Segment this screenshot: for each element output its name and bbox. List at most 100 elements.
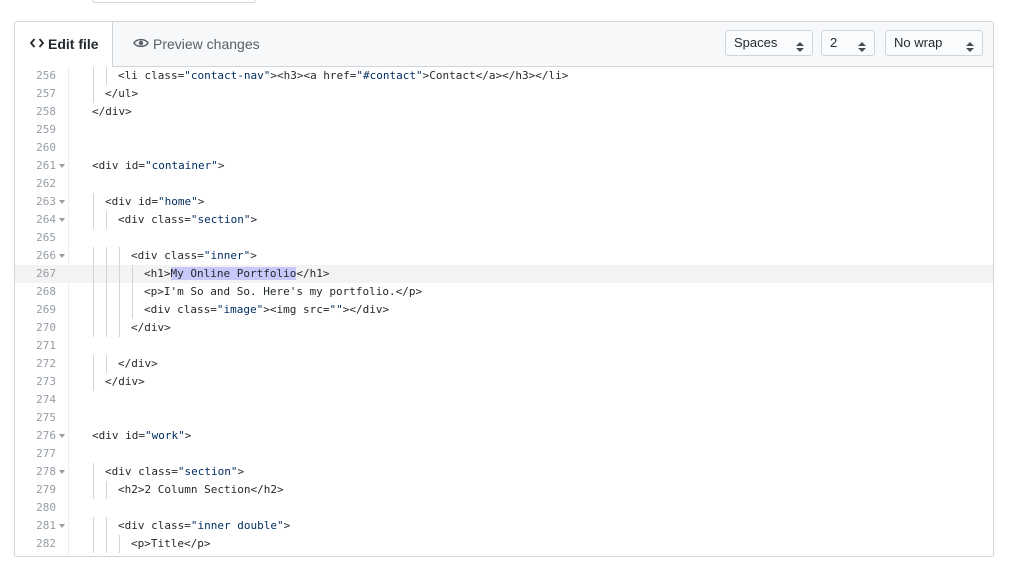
line-number: 277: [36, 447, 56, 460]
indent-guide: [131, 265, 144, 283]
up-down-caret-icon: [966, 37, 974, 61]
code-brackets-icon: [29, 22, 45, 66]
indent-guide: [131, 301, 144, 319]
code-line[interactable]: 267 <h1>My Online Portfolio</h1>: [15, 265, 993, 283]
code-token: >: [237, 465, 245, 478]
code-string: "inner": [203, 249, 251, 262]
caret-down-icon[interactable]: [59, 218, 65, 222]
tab-edit-file-label: Edit file: [48, 36, 99, 52]
code-line[interactable]: 264 <div class="section">: [15, 211, 993, 229]
code-editor-area[interactable]: 256 <li class="contact-nav"><h3><a href="…: [15, 67, 993, 556]
tab-edit-file[interactable]: Edit file: [15, 22, 113, 67]
line-number: 276: [36, 429, 56, 442]
code-token: >: [184, 429, 192, 442]
code-token: <p>Title</p>: [131, 537, 211, 550]
code-line[interactable]: 280: [15, 499, 993, 517]
indent-guide: [118, 319, 131, 337]
code-line[interactable]: 258 </div>: [15, 103, 993, 121]
line-number: 256: [36, 69, 56, 82]
caret-down-icon[interactable]: [59, 164, 65, 168]
indent-guide: [105, 319, 118, 337]
indent-guide: [105, 481, 118, 499]
code-token: </div>: [105, 375, 145, 388]
line-number: 270: [36, 321, 56, 334]
code-line-content: <div id="home">: [92, 193, 204, 211]
code-line[interactable]: 269 <div class="image"><img src=""></div>: [15, 301, 993, 319]
indent-guide: [92, 265, 105, 283]
code-line[interactable]: 266 <div class="inner">: [15, 247, 993, 265]
code-line-content: </div>: [92, 373, 145, 391]
code-line[interactable]: 263 <div id="home">: [15, 193, 993, 211]
code-token: <div class=: [118, 519, 191, 532]
code-line-content: </ul>: [92, 85, 138, 103]
indent-guide: [92, 463, 105, 481]
line-number: 266: [36, 249, 56, 262]
code-token: >: [217, 159, 225, 172]
code-line[interactable]: 281 <div class="inner double">: [15, 517, 993, 535]
code-line-content: </div>: [92, 355, 158, 373]
caret-down-icon[interactable]: [59, 254, 65, 258]
code-line[interactable]: 277: [15, 445, 993, 463]
line-number: 269: [36, 303, 56, 316]
caret-down-icon[interactable]: [59, 434, 65, 438]
code-line[interactable]: 279 <h2>2 Column Section</h2>: [15, 481, 993, 499]
code-line[interactable]: 268 <p>I'm So and So. Here's my portfolio…: [15, 283, 993, 301]
code-line[interactable]: 282 <p>Title</p>: [15, 535, 993, 553]
code-line[interactable]: 259: [15, 121, 993, 139]
code-token: </div>: [118, 357, 158, 370]
code-line[interactable]: 276 <div id="work">: [15, 427, 993, 445]
code-line[interactable]: 257 </ul>: [15, 85, 993, 103]
indent-guide: [131, 283, 144, 301]
line-number: 272: [36, 357, 56, 370]
code-token: <div id=: [92, 159, 145, 172]
line-number: 262: [36, 177, 56, 190]
tab-preview-changes[interactable]: Preview changes: [133, 22, 260, 67]
code-line-content: <div class="inner double">: [92, 517, 290, 535]
tab-preview-changes-label: Preview changes: [153, 36, 260, 52]
indent-mode-select[interactable]: Spaces: [725, 30, 813, 56]
code-line[interactable]: 274: [15, 391, 993, 409]
code-token: <div class=: [118, 213, 191, 226]
indent-guide: [105, 301, 118, 319]
code-token: ></div>: [342, 303, 390, 316]
code-line[interactable]: 275: [15, 409, 993, 427]
line-wrap-select[interactable]: No wrap: [885, 30, 983, 56]
code-line[interactable]: 270 </div>: [15, 319, 993, 337]
caret-down-icon[interactable]: [59, 524, 65, 528]
code-token: </ul>: [105, 87, 139, 100]
indent-size-select[interactable]: 2: [821, 30, 875, 56]
line-number: 282: [36, 537, 56, 550]
indent-size-value: 2: [830, 35, 838, 50]
code-line[interactable]: 260: [15, 139, 993, 157]
code-line[interactable]: 262: [15, 175, 993, 193]
code-line[interactable]: 278 <div class="section">: [15, 463, 993, 481]
indent-guide: [92, 355, 105, 373]
code-line[interactable]: 256 <li class="contact-nav"><h3><a href="…: [15, 67, 993, 85]
line-number: 273: [36, 375, 56, 388]
indent-guide: [92, 373, 105, 391]
line-number: 264: [36, 213, 56, 226]
code-line[interactable]: 272 </div>: [15, 355, 993, 373]
code-token: >: [250, 249, 257, 262]
line-number: 274: [36, 393, 56, 406]
eye-icon: [133, 22, 149, 66]
code-line[interactable]: 273 </div>: [15, 373, 993, 391]
code-string: "section": [177, 465, 238, 478]
caret-down-icon[interactable]: [59, 200, 65, 204]
code-token: <h1>: [144, 267, 171, 280]
indent-guide: [92, 535, 105, 553]
code-string: "inner double": [190, 519, 284, 532]
caret-down-icon[interactable]: [59, 470, 65, 474]
code-line[interactable]: 261 <div id="container">: [15, 157, 993, 175]
line-number: 267: [36, 267, 56, 280]
line-number: 280: [36, 501, 56, 514]
code-token: <div class=: [131, 249, 204, 262]
code-token: <div class=: [144, 303, 217, 316]
code-string: "work": [144, 429, 185, 442]
code-line[interactable]: 265: [15, 229, 993, 247]
code-line[interactable]: 271: [15, 337, 993, 355]
indent-guide: [92, 211, 105, 229]
line-number: 259: [36, 123, 56, 136]
indent-guide: [105, 247, 118, 265]
indent-guide: [92, 301, 105, 319]
